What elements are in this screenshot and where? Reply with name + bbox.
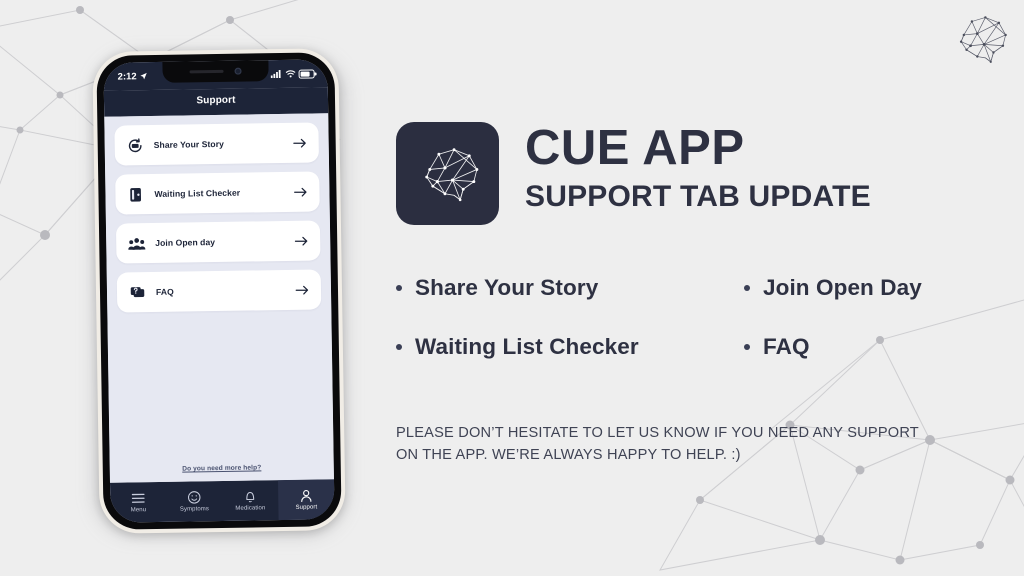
phone-mockup: 2:12 Support Share Your Story Waiting Li…	[88, 44, 352, 540]
tab-medication[interactable]: Medication	[222, 480, 279, 521]
brain-wireframe-icon	[424, 147, 478, 201]
tab-menu[interactable]: Menu	[110, 482, 167, 523]
app-logo-tile	[396, 122, 499, 225]
battery-icon	[298, 68, 315, 79]
smiley-face-icon	[187, 490, 201, 504]
support-card-share-your-story[interactable]: Share Your Story	[114, 122, 319, 166]
share-story-icon	[128, 137, 142, 152]
phone-status-bar: 2:12	[103, 59, 328, 91]
phone-bezel: 2:12 Support Share Your Story Waiting Li…	[96, 52, 342, 530]
support-card-label: Join Open day	[155, 237, 216, 248]
person-icon	[301, 489, 312, 502]
bullet-label: Waiting List Checker	[415, 334, 639, 359]
app-header-title: Support	[103, 87, 329, 117]
support-card-join-open-day[interactable]: Join Open day	[115, 220, 321, 264]
status-time: 2:12	[117, 70, 137, 83]
support-tab-body: Share Your Story Waiting List Checker Jo…	[104, 113, 334, 483]
tab-label: Symptoms	[179, 506, 210, 513]
bullet-dot-icon	[396, 344, 402, 350]
arrow-right-icon	[294, 236, 308, 246]
support-card-faq[interactable]: FAQ	[116, 269, 322, 313]
tab-symptoms[interactable]: Symptoms	[166, 481, 223, 522]
page-title: CUE APP	[525, 121, 745, 175]
hamburger-menu-icon	[131, 493, 145, 503]
need-more-help-link[interactable]: Do you need more help?	[120, 463, 324, 473]
arrow-right-icon	[294, 187, 307, 197]
location-arrow-icon	[140, 72, 147, 80]
tab-support[interactable]: Support	[277, 479, 335, 521]
feature-bullet-list: Share Your Story Join Open Day Waiting L…	[396, 275, 976, 360]
faq-chat-icon	[130, 286, 145, 297]
bottom-tab-bar: Menu Symptoms Medication Support	[109, 479, 335, 523]
slide-content: CUE APP SUPPORT TAB UPDATE Share Your St…	[396, 0, 996, 576]
tab-label: Menu	[130, 507, 147, 514]
support-card-label: Waiting List Checker	[154, 187, 241, 200]
arrow-right-icon	[293, 138, 306, 148]
arrow-right-icon	[295, 285, 309, 295]
bullet-label: FAQ	[763, 334, 810, 359]
titles: CUE APP SUPPORT TAB UPDATE	[525, 122, 871, 212]
list-item: Share Your Story	[396, 275, 744, 301]
bullet-dot-icon	[744, 285, 750, 291]
wifi-icon	[285, 70, 295, 78]
bullet-label: Share Your Story	[415, 275, 599, 300]
tab-label: Medication	[235, 505, 266, 513]
list-item: Join Open Day	[744, 275, 976, 301]
support-card-label: FAQ	[155, 286, 174, 297]
title-row: CUE APP SUPPORT TAB UPDATE	[396, 122, 871, 225]
tab-label: Support	[295, 504, 318, 512]
earpiece-speaker	[189, 69, 224, 74]
list-item: Waiting List Checker	[396, 334, 744, 360]
front-camera	[234, 67, 242, 75]
cellular-bars-icon	[270, 70, 281, 79]
support-card-waiting-list-checker[interactable]: Waiting List Checker	[115, 171, 320, 215]
clipboard-icon	[130, 187, 142, 202]
page-subtitle: SUPPORT TAB UPDATE	[525, 179, 871, 213]
phone-notch	[162, 60, 269, 83]
people-group-icon	[128, 237, 146, 250]
bell-icon	[246, 491, 255, 503]
support-card-label: Share Your Story	[153, 138, 224, 151]
list-item: FAQ	[744, 334, 976, 360]
phone-screen: 2:12 Support Share Your Story Waiting Li…	[103, 59, 335, 523]
bullet-label: Join Open Day	[763, 275, 922, 300]
bullet-dot-icon	[744, 344, 750, 350]
phone-frame: 2:12 Support Share Your Story Waiting Li…	[92, 48, 346, 534]
bullet-dot-icon	[396, 285, 402, 291]
footnote-text: PLEASE DON’T HESITATE TO LET US KNOW IF …	[396, 425, 919, 464]
